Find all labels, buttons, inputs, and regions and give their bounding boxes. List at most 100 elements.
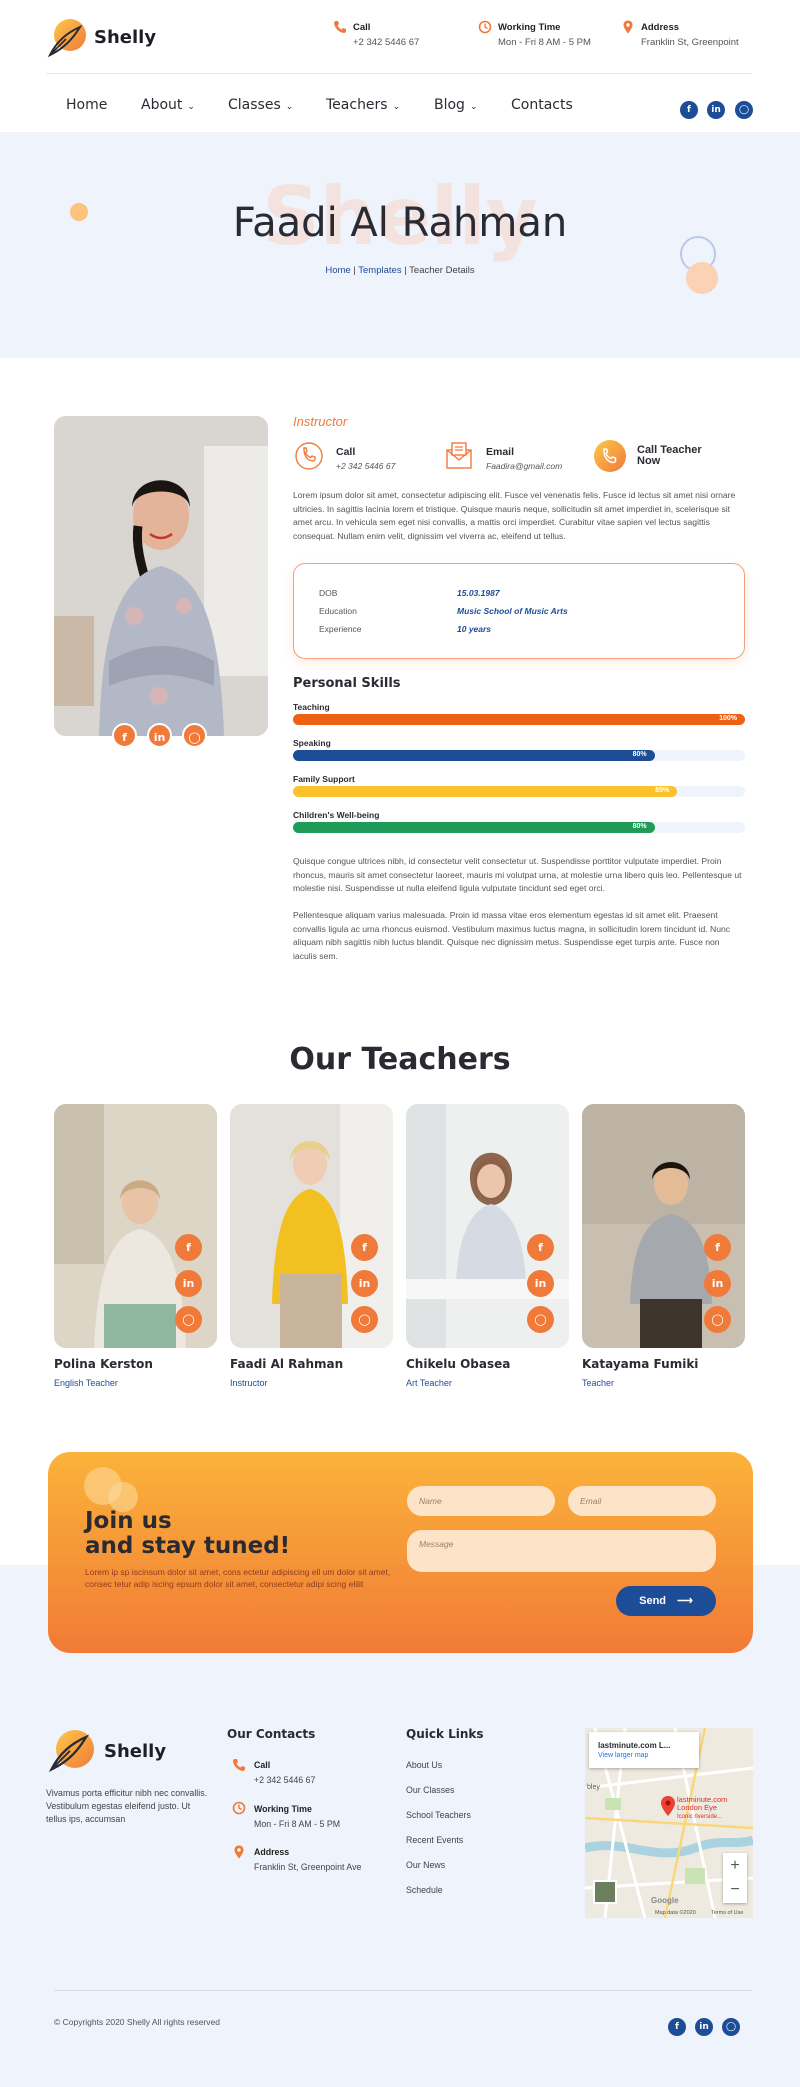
breadcrumb-separator: | [353, 265, 356, 276]
nav-label: About [141, 97, 183, 113]
skill-label: Children's Well-being [293, 810, 380, 820]
footer-link-school-teachers[interactable]: School Teachers [406, 1810, 471, 1820]
teacher-name[interactable]: Katayama Fumiki [582, 1357, 698, 1371]
contact-value: +2 342 5446 67 [353, 37, 420, 48]
newsletter-message-input[interactable]: Message [407, 1530, 716, 1572]
linkedin-icon[interactable]: in [351, 1270, 378, 1297]
skill-track: 80% [293, 822, 745, 833]
skill-percent: 85% [655, 787, 670, 794]
facebook-icon[interactable]: f [112, 723, 137, 748]
newsletter-email-input[interactable]: Email [568, 1486, 716, 1516]
teacher-role: Instructor [293, 414, 348, 429]
instagram-icon[interactable]: ◯ [704, 1306, 731, 1333]
skill-percent: 100% [719, 715, 737, 722]
teacher-name[interactable]: Chikelu Obasea [406, 1357, 510, 1371]
footer-contact-title: Working Time [254, 1804, 312, 1814]
nav-about[interactable]: About ⌄ [141, 97, 195, 113]
send-button[interactable]: Send ⟶ [616, 1586, 716, 1616]
instagram-icon[interactable]: ◯ [182, 723, 207, 748]
facebook-icon[interactable]: f [680, 101, 698, 119]
newsletter-section: Join us and stay tuned! Lorem ip sp isci… [48, 1452, 753, 1653]
contact-value: +2 342 5446 67 [336, 461, 396, 471]
breadcrumb-home[interactable]: Home [325, 265, 350, 276]
chevron-down-icon: ⌄ [392, 102, 401, 112]
google-logo: Google [651, 1896, 679, 1905]
nav-label: Home [66, 97, 108, 113]
contact-title: Call [353, 22, 371, 33]
newsletter-name-input[interactable]: Name [407, 1486, 555, 1516]
zoom-in-icon[interactable]: + [723, 1854, 747, 1878]
nav-classes[interactable]: Classes ⌄ [228, 97, 293, 113]
send-label: Send [639, 1595, 667, 1607]
facebook-icon[interactable]: f [527, 1234, 554, 1261]
logo[interactable]: Shelly [46, 17, 156, 58]
teacher-intro: Lorem ipsum dolor sit amet, consectetur … [293, 490, 736, 541]
zoom-out-icon[interactable]: − [723, 1878, 747, 1902]
logo-feather-icon [46, 17, 88, 58]
linkedin-icon[interactable]: in [175, 1270, 202, 1297]
footer-contact-title: Call [254, 1760, 271, 1770]
contact-value: Faadira@gmail.com [486, 461, 563, 471]
map-attribution: Map data ©2020 [655, 1910, 696, 1916]
linkedin-icon[interactable]: in [704, 1270, 731, 1297]
skill-track: 85% [293, 786, 745, 797]
phone-call-icon [594, 440, 626, 472]
linkedin-icon[interactable]: in [527, 1270, 554, 1297]
facebook-icon[interactable]: f [704, 1234, 731, 1261]
breadcrumb-templates[interactable]: Templates [358, 265, 401, 276]
instagram-icon[interactable]: ◯ [527, 1306, 554, 1333]
map-place: lastminute.com L... [598, 1741, 671, 1750]
footer-about: Vivamus porta efficitur nibh nec convall… [46, 1788, 208, 1824]
nav-teachers[interactable]: Teachers ⌄ [326, 97, 400, 113]
teacher-name[interactable]: Polina Kerston [54, 1357, 153, 1371]
contact-title: Call [336, 446, 356, 458]
linkedin-icon[interactable]: in [707, 101, 725, 119]
facebook-icon[interactable]: f [351, 1234, 378, 1261]
teacher-bio-1: Quisque congue ultrices nibh, id consect… [293, 856, 742, 893]
chevron-down-icon: ⌄ [285, 102, 294, 112]
nav-home[interactable]: Home [66, 97, 107, 113]
linkedin-icon[interactable]: in [695, 2018, 713, 2036]
newsletter-text: Lorem ip sp iscinsum dolor sit amet, con… [85, 1567, 391, 1589]
instagram-icon[interactable]: ◯ [735, 101, 753, 119]
instagram-icon[interactable]: ◯ [175, 1306, 202, 1333]
footer-contact-value: Franklin St, Greenpoint Ave [254, 1862, 362, 1872]
footer-link-about-us[interactable]: About Us [406, 1760, 442, 1770]
teacher-details-card: DOB 15.03.1987 Education Music School of… [293, 563, 745, 659]
breadcrumb: Home | Templates | Teacher Details [0, 265, 800, 276]
footer-link-our-classes[interactable]: Our Classes [406, 1785, 454, 1795]
chevron-down-icon: ⌄ [469, 102, 478, 112]
logo-feather-icon [46, 1728, 98, 1774]
map-satellite-toggle[interactable] [593, 1880, 617, 1904]
facebook-icon[interactable]: f [175, 1234, 202, 1261]
header-divider [46, 73, 752, 74]
footer-link-schedule[interactable]: Schedule [406, 1885, 443, 1895]
detail-label: DOB [319, 588, 338, 598]
instagram-icon[interactable]: ◯ [722, 2018, 740, 2036]
skill-label: Teaching [293, 702, 330, 712]
teacher-name[interactable]: Faadi Al Rahman [230, 1357, 343, 1371]
skill-percent: 80% [632, 751, 647, 758]
skill-fill: 85% [293, 786, 678, 797]
footer-link-our-news[interactable]: Our News [406, 1860, 445, 1870]
clock-icon [232, 1801, 246, 1815]
newsletter-title: Join us and stay tuned! [85, 1508, 291, 1559]
page-hero: Shelly Faadi Al Rahman Home | Templates … [0, 132, 800, 358]
footer-link-recent-events[interactable]: Recent Events [406, 1835, 463, 1845]
facebook-icon[interactable]: f [668, 2018, 686, 2036]
footer-contact-value: +2 342 5446 67 [254, 1775, 316, 1785]
call-teacher-label: Call Teacher Now [637, 444, 702, 467]
skill-fill: 80% [293, 822, 655, 833]
nav-blog[interactable]: Blog ⌄ [434, 97, 478, 113]
embedded-map[interactable]: lastminute.com L... View larger map bley… [585, 1728, 753, 1918]
contact-title: Email [486, 446, 515, 458]
map-terms[interactable]: Terms of Use [711, 1910, 743, 1916]
instagram-icon[interactable]: ◯ [351, 1306, 378, 1333]
detail-value: Music School of Music Arts [457, 606, 568, 616]
footer-logo[interactable]: Shelly [46, 1728, 166, 1774]
nav-contacts[interactable]: Contacts [511, 97, 573, 113]
nav-label: Classes [228, 97, 281, 113]
linkedin-icon[interactable]: in [147, 723, 172, 748]
map-pin-sub: Iconic riverside... [677, 1814, 723, 1820]
map-larger-link[interactable]: View larger map [598, 1752, 648, 1759]
